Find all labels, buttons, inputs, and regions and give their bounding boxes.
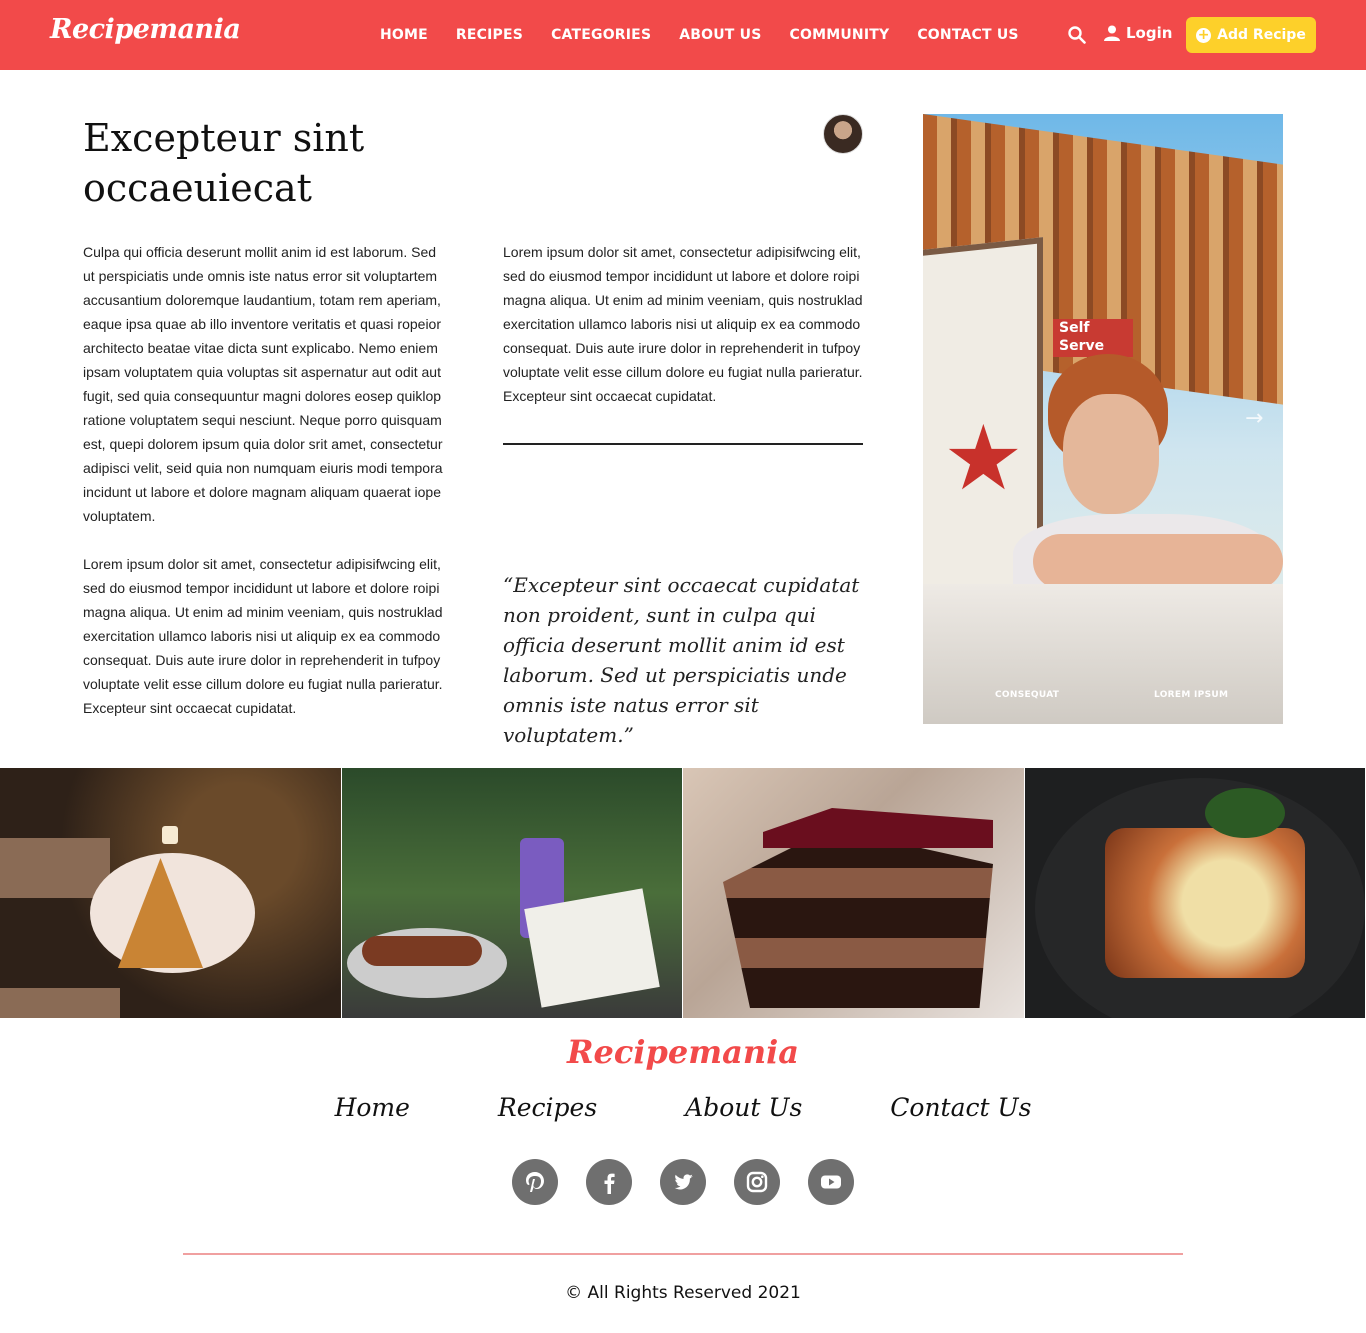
facebook-icon[interactable] [586,1159,632,1205]
pull-quote: “Excepteur sint occaecat cupidatat non p… [503,573,860,747]
social-links [0,1159,1366,1205]
gallery-image-cake[interactable] [683,768,1025,1018]
user-icon [1104,25,1120,41]
youtube-icon[interactable] [808,1159,854,1205]
login-link[interactable]: Login [1104,24,1172,42]
gallery-image-cookies[interactable] [0,768,342,1018]
brand-logo[interactable]: Recipemania [50,14,241,45]
nav-item-about-us[interactable]: ABOUT US [679,27,761,43]
slider-caption-1[interactable]: CONSEQUAT [995,690,1059,700]
instagram-icon[interactable] [734,1159,780,1205]
hero-image-slider[interactable]: ★ Self Serve → CONSEQUAT LOREM IPSUM [923,114,1283,724]
copyright-text: © All Rights Reserved 2021 [565,1283,801,1303]
gallery-image-lasagna[interactable] [1024,768,1366,1018]
nav-item-contact-us[interactable]: CONTACT US [917,27,1018,43]
nav-item-home[interactable]: HOME [380,27,428,43]
star-icon: ★ [943,406,1024,511]
footer-links: Home Recipes About Us Contact Us [0,1093,1366,1122]
recipe-gallery [0,768,1366,1018]
footer-link-recipes[interactable]: Recipes [498,1093,597,1122]
article-paragraph-2: Lorem ipsum dolor sit amet, consectetur … [83,556,443,716]
article-title: Excepteur sint occaeuiecat [83,116,365,210]
add-recipe-button[interactable]: + Add Recipe [1186,17,1316,53]
next-arrow-icon[interactable]: → [1245,406,1263,431]
self-serve-sign: Self Serve [1053,319,1133,357]
gallery-image-smoothie[interactable] [341,768,683,1018]
article-paragraph-3: Lorem ipsum dolor sit amet, consectetur … [503,244,863,404]
footer-link-home[interactable]: Home [335,1093,410,1122]
twitter-icon[interactable] [660,1159,706,1205]
search-icon[interactable] [1068,26,1086,44]
article-paragraph-1: Culpa qui officia deserunt mollit anim i… [83,244,443,524]
main-menu: HOME RECIPES CATEGORIES ABOUT US COMMUNI… [380,0,1047,70]
nav-item-community[interactable]: COMMUNITY [790,27,890,43]
pinterest-icon[interactable] [512,1159,558,1205]
nav-item-recipes[interactable]: RECIPES [456,27,523,43]
add-recipe-label: Add Recipe [1217,27,1306,43]
author-avatar[interactable] [823,114,863,154]
footer-link-about-us[interactable]: About Us [685,1093,802,1122]
footer-logo[interactable]: Recipemania [0,1033,1366,1071]
slider-caption-2[interactable]: LOREM IPSUM [1154,690,1228,700]
nav-item-categories[interactable]: CATEGORIES [551,27,651,43]
divider [503,443,863,445]
footer-link-contact-us[interactable]: Contact Us [890,1093,1031,1122]
top-nav: Recipemania HOME RECIPES CATEGORIES ABOU… [0,0,1366,70]
login-label: Login [1126,24,1173,42]
footer-divider [183,1253,1183,1255]
plus-circle-icon: + [1196,26,1212,43]
person-photo [1063,394,1159,514]
